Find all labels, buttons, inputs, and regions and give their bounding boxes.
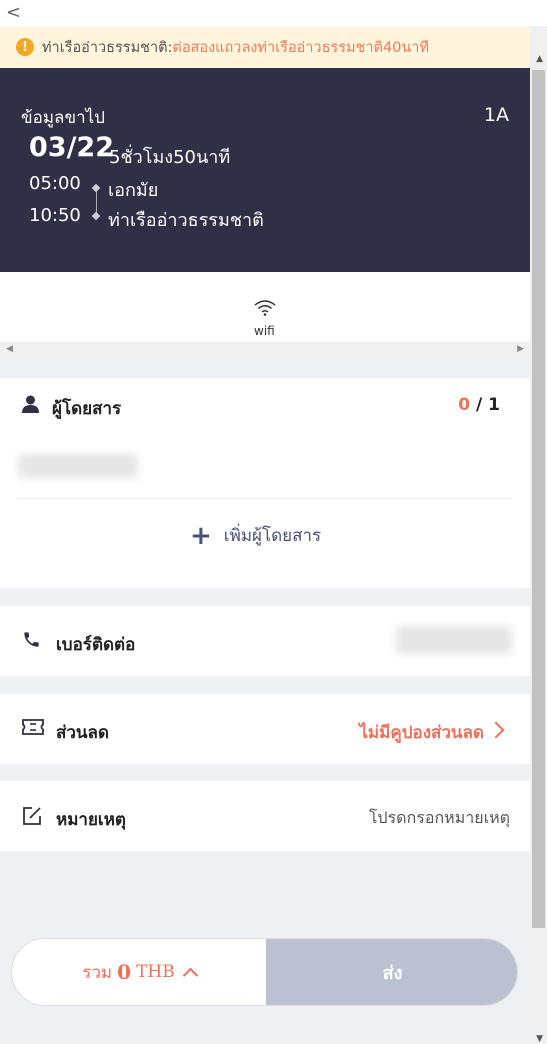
passenger-count-current: 0 [458,395,471,415]
passenger-count-max: 1 [488,395,500,415]
total-currency: THB [136,962,175,982]
phone-icon [24,632,39,647]
add-passenger-button[interactable]: + เพิ่มผู้โดยสาร [190,522,321,549]
back-icon[interactable]: < [6,2,21,23]
submit-button[interactable]: ส่ง [266,939,517,1005]
chevron-up-icon [182,967,199,983]
vertical-scrollbar[interactable]: ▲ ▼ [530,26,547,1044]
divider [18,498,512,499]
arrival-station: ท่าเรืออ่าวธรรมชาติ [108,210,264,231]
scrollbar-thumb[interactable] [532,70,545,928]
notice-banner: ! ท่าเรืออ่าวธรรมชาติ: ต่อสองแถวลงท่าเรื… [0,26,530,68]
amenities-strip: wifi [0,272,530,342]
trip-duration: 5ชั่วโมง50นาที [109,147,231,168]
contact-label: เบอร์ติดต่อ [56,635,136,655]
arrival-dot-icon [91,211,101,221]
passenger-count-separator: / [470,395,489,415]
trip-info-card: ข้อมูลขาไป 1A 03/22 5ชั่วโมง50นาที 05:00… [0,68,530,272]
remark-label: หมายเหตุ [56,810,126,830]
top-bar: < [0,0,547,26]
scroll-right-arrow-icon[interactable]: ▶ [517,344,524,354]
blurred-passenger-name[interactable] [18,454,138,478]
scroll-down-arrow-icon[interactable]: ▼ [536,1034,543,1044]
departure-dot-icon [91,183,101,193]
scroll-up-arrow-icon[interactable]: ▲ [536,54,543,64]
passenger-card: ผู้โดยสาร 0 / 1 + เพิ่มผู้โดยสาร [0,378,530,588]
edit-note-icon [23,807,41,825]
notice-message: ต่อสองแถวลงท่าเรืออ่าวธรรมชาติ40นาที [172,39,430,56]
coupon-icon [22,719,44,735]
coupon-value-label: ไม่มีคูปองส่วนลด [359,723,484,743]
discount-label: ส่วนลด [56,723,110,743]
departure-station: เอกมัย [108,180,159,201]
total-price-toggle[interactable]: รวม 0 THB [12,939,266,1005]
blurred-phone-number[interactable] [396,626,512,654]
plus-icon: + [190,520,212,551]
remark-input[interactable]: โปรดกรอกหมายเหตุ [369,806,510,831]
chevron-right-icon [487,721,505,739]
total-amount: 0 [117,960,132,984]
warning-icon: ! [16,38,34,56]
departure-time: 05:00 [29,173,81,194]
wifi-icon [254,300,276,316]
bottom-bar: รวม 0 THB ส่ง [11,938,518,1006]
total-prefix: รวม [82,962,113,983]
discount-card[interactable]: ส่วนลด ไม่มีคูปองส่วนลด [0,694,530,764]
passenger-count: 0 / 1 [458,395,500,415]
wifi-label: wifi [254,324,275,338]
horizontal-scrollbar[interactable]: ◀ ▶ [0,342,530,359]
arrival-time: 10:50 [29,205,81,226]
scroll-left-arrow-icon[interactable]: ◀ [6,344,13,354]
contact-card[interactable]: เบอร์ติดต่อ [0,606,530,676]
seat-number: 1A [483,104,509,126]
notice-title: ท่าเรืออ่าวธรรมชาติ: [42,39,173,56]
trip-title: ข้อมูลขาไป [21,108,105,128]
remark-card: หมายเหตุ โปรดกรอกหมายเหตุ [0,781,530,851]
person-icon [22,395,39,413]
coupon-select[interactable]: ไม่มีคูปองส่วนลด [359,719,505,746]
passenger-label: ผู้โดยสาร [52,399,122,419]
add-passenger-label: เพิ่มผู้โดยสาร [223,526,322,546]
trip-date: 03/22 [29,132,115,163]
